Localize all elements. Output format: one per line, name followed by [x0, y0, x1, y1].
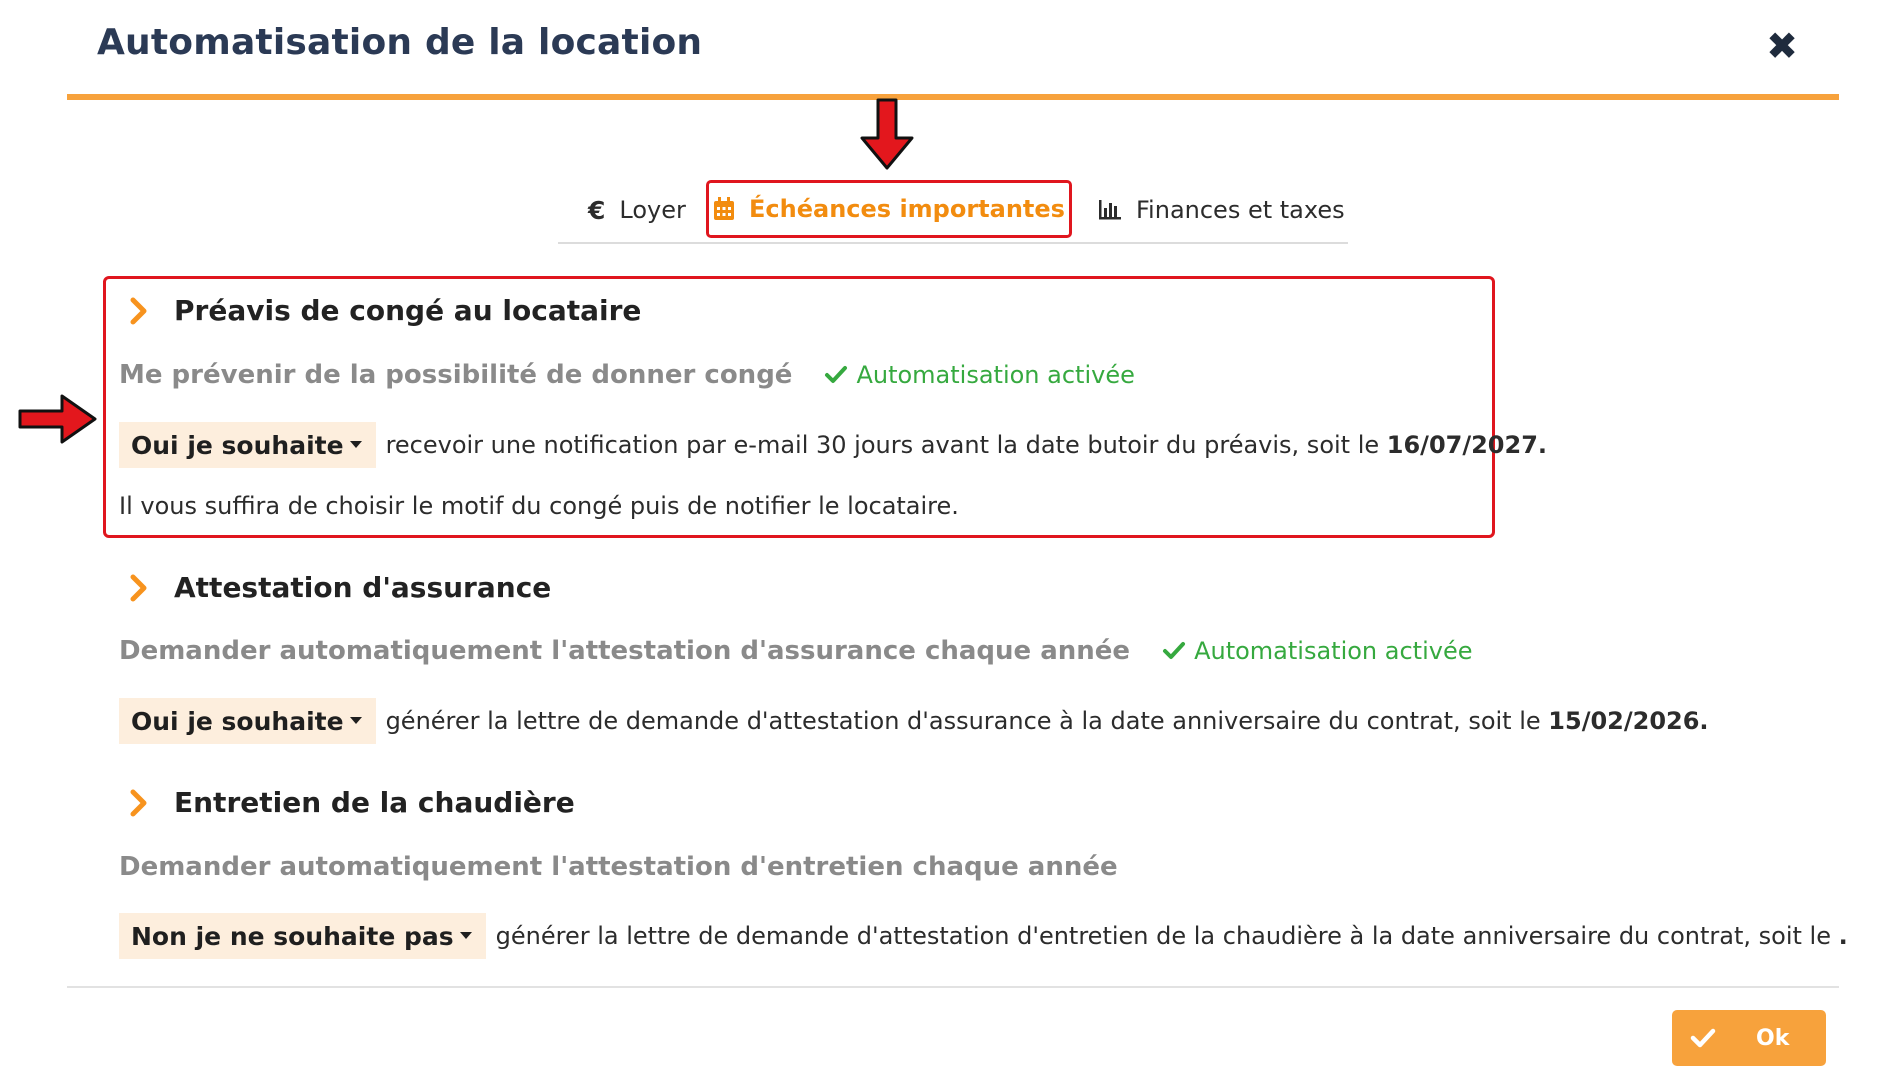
- setting-row: Oui je souhaite générer la lettre de dem…: [119, 698, 1709, 744]
- choice-dropdown[interactable]: Oui je souhaite: [119, 422, 376, 468]
- tab-loyer[interactable]: € Loyer: [588, 180, 686, 240]
- arrow-down-icon: [860, 98, 914, 170]
- status-badge: Automatisation activée: [1162, 637, 1472, 665]
- tab-finances-et-taxes[interactable]: Finances et taxes: [1098, 180, 1345, 240]
- setting-row: Non je ne souhaite pas générer la lettre…: [119, 913, 1848, 959]
- subtitle-text: Me prévenir de la possibilité de donner …: [119, 360, 793, 390]
- date-value: 15/02/2026.: [1548, 707, 1709, 735]
- chevron-right-icon[interactable]: [130, 574, 148, 602]
- section-title-text: Entretien de la chaudière: [174, 786, 575, 819]
- calendar-icon: [713, 197, 735, 221]
- status-text: Automatisation activée: [1194, 637, 1473, 665]
- tab-echeances-importantes[interactable]: Échéances importantes: [706, 180, 1072, 238]
- check-icon: [1690, 1027, 1716, 1049]
- info-note: Il vous suffira de choisir le motif du c…: [119, 492, 959, 520]
- chevron-right-icon[interactable]: [130, 789, 148, 817]
- section-title-preavis[interactable]: Préavis de congé au locataire: [130, 294, 641, 327]
- dropdown-value: Non je ne souhaite pas: [131, 921, 454, 951]
- caret-down-icon: [349, 717, 362, 725]
- setting-text: générer la lettre de demande d'attestati…: [495, 922, 1831, 950]
- ok-label: Ok: [1756, 1025, 1790, 1051]
- setting-text: générer la lettre de demande d'attestati…: [385, 707, 1541, 735]
- subtitle-text: Demander automatiquement l'attestation d…: [119, 636, 1131, 666]
- caret-down-icon: [349, 441, 362, 449]
- arrow-right-icon: [18, 394, 97, 444]
- status-badge: Automatisation activée: [824, 361, 1135, 389]
- subtitle-text: Demander automatiquement l'attestation d…: [119, 852, 1118, 882]
- date-value: .: [1838, 922, 1848, 950]
- modal-title: Automatisation de la location: [97, 22, 703, 63]
- dropdown-value: Oui je souhaite: [131, 430, 344, 460]
- close-icon[interactable]: ✖: [1766, 24, 1798, 68]
- bar-chart-icon: [1098, 200, 1122, 220]
- section-subtitle: Demander automatiquement l'attestation d…: [119, 636, 1472, 666]
- tab-label: Finances et taxes: [1136, 196, 1345, 224]
- tab-label: Loyer: [619, 196, 686, 224]
- chevron-right-icon[interactable]: [130, 297, 148, 325]
- close-button[interactable]: ✖: [1760, 24, 1804, 68]
- check-icon: [1162, 641, 1186, 661]
- header-divider: [67, 94, 1839, 100]
- caret-down-icon: [459, 932, 472, 940]
- choice-dropdown[interactable]: Oui je souhaite: [119, 698, 376, 744]
- section-title-text: Préavis de congé au locataire: [174, 294, 642, 327]
- tab-bar: € Loyer Échéances importantes Finances e…: [558, 180, 1348, 244]
- euro-icon: €: [588, 195, 606, 225]
- check-icon: [824, 365, 848, 385]
- section-title-chaudiere[interactable]: Entretien de la chaudière: [130, 786, 575, 819]
- footer-divider: [67, 986, 1839, 988]
- setting-row: Oui je souhaite recevoir une notificatio…: [119, 422, 1547, 468]
- choice-dropdown[interactable]: Non je ne souhaite pas: [119, 913, 486, 959]
- section-subtitle: Me prévenir de la possibilité de donner …: [119, 360, 1135, 390]
- tab-label: Échéances importantes: [749, 195, 1065, 223]
- section-title-assurance[interactable]: Attestation d'assurance: [130, 571, 551, 604]
- section-subtitle: Demander automatiquement l'attestation d…: [119, 852, 1118, 882]
- section-title-text: Attestation d'assurance: [174, 571, 552, 604]
- status-text: Automatisation activée: [856, 361, 1135, 389]
- ok-button[interactable]: Ok: [1672, 1010, 1826, 1066]
- setting-text: recevoir une notification par e-mail 30 …: [385, 431, 1380, 459]
- date-value: 16/07/2027.: [1386, 431, 1548, 459]
- dropdown-value: Oui je souhaite: [131, 706, 344, 736]
